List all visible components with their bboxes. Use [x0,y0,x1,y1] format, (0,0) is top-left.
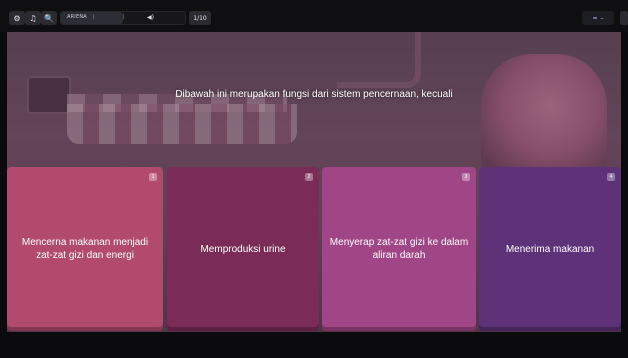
question-text: Dibawah ini merupakan fungsi dari sistem… [175,89,453,100]
answer-option-2[interactable]: 2 Memproduksi urine [167,167,319,331]
answer-text: Memproduksi urine [200,243,286,255]
answer-option-4[interactable]: 4 Menerima makanan [479,167,621,331]
settings-icon[interactable]: ⚙ [9,11,25,25]
bottom-bar [0,332,628,358]
music-icon[interactable]: ♫ [25,11,41,25]
answer-options: 1 Mencerna makanan menjadi zat-zat gizi … [7,167,621,331]
powerup-icon: ≈ [592,14,598,22]
menu-icon[interactable] [620,11,628,25]
answer-text: Mencerna makanan menjadi zat-zat gizi da… [21,237,149,261]
sound-indicator[interactable]: ◀) [147,14,154,21]
progress-bar: ARIENA | | ◀) [60,11,186,25]
question-counter: 1/10 [189,11,211,25]
answer-text: Menerima makanan [505,243,595,255]
powerup-pill[interactable]: ≈ – [582,11,614,25]
top-toolbar: ⚙ ♫ 🔍 ARIENA | | ◀) 1/10 ≈ – [0,0,628,32]
powerup-dash: – [600,14,604,22]
option-number-badge: 1 [149,173,157,181]
progress-tick-icon: | [93,14,95,20]
player-name: ARIENA [67,14,87,20]
answer-option-1[interactable]: 1 Mencerna makanan menjadi zat-zat gizi … [7,167,163,331]
option-number-badge: 2 [305,173,313,181]
option-number-badge: 3 [462,173,470,181]
option-number-badge: 4 [607,173,615,181]
progress-tick-icon: | [123,14,125,20]
zoom-icon[interactable]: 🔍 [41,11,57,25]
answer-text: Menyerap zat-zat gizi ke dalam aliran da… [329,237,469,261]
answer-option-3[interactable]: 3 Menyerap zat-zat gizi ke dalam aliran … [322,167,476,331]
